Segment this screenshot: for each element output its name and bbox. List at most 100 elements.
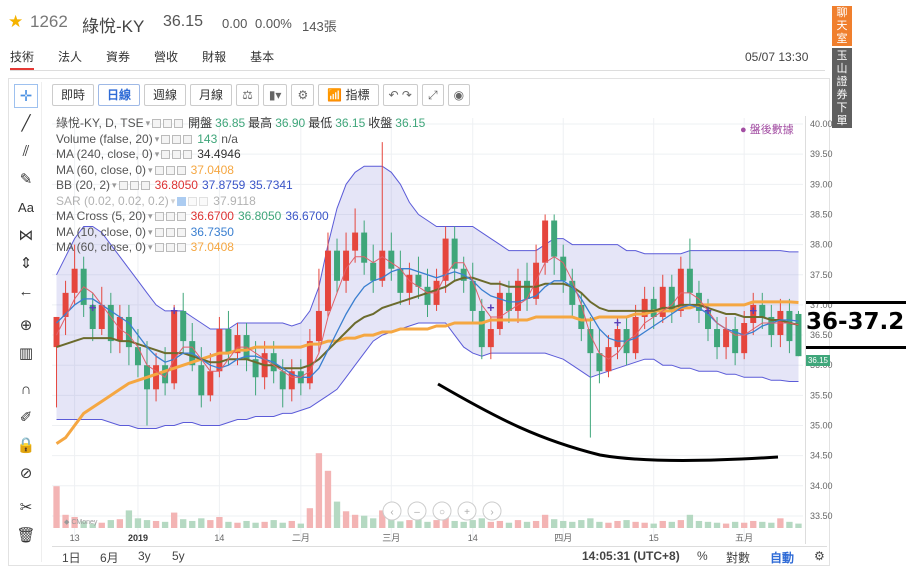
volume-bar bbox=[297, 523, 304, 528]
candle-body bbox=[216, 329, 223, 372]
price-chart[interactable]: + + +++ + 40.0039.5039.0038.5038.0037.5037.… bbox=[0, 0, 920, 580]
range-5y-button[interactable]: 5y bbox=[172, 549, 185, 563]
time-tick-label: 四月 bbox=[554, 533, 572, 543]
volume-bar bbox=[406, 520, 413, 528]
volume-bar bbox=[541, 514, 549, 528]
volume-bar bbox=[750, 520, 757, 528]
chart-settings-gear-icon[interactable]: ⚙ bbox=[814, 549, 825, 563]
volume-bar bbox=[532, 520, 540, 528]
candle-body bbox=[569, 280, 576, 305]
volume-bar bbox=[270, 520, 277, 528]
candle-body bbox=[650, 298, 657, 317]
volume-bar bbox=[668, 521, 675, 528]
volume-bar bbox=[795, 523, 802, 528]
price-tick-label: 40.00 bbox=[810, 119, 833, 129]
indicator-legend: 綠悅-KY, D, TSE ▾ 開盤 36.85 最高 36.90 最低 36.15 收… bbox=[56, 116, 425, 256]
volume-bar bbox=[704, 521, 712, 528]
volume-bars bbox=[53, 453, 802, 528]
volume-bar bbox=[786, 521, 793, 528]
range-1d-button[interactable]: 1日 bbox=[62, 549, 81, 566]
candle-body bbox=[207, 371, 214, 396]
time-tick-label: 三月 bbox=[382, 533, 400, 543]
candle-body bbox=[370, 262, 377, 281]
range-6m-button[interactable]: 6月 bbox=[100, 549, 119, 566]
chart-bottom-bar: 1日 6月 3y 5y 14:05:31 (UTC+8) % 對數 自動 ⚙ bbox=[52, 546, 827, 566]
price-tick-label: 37.50 bbox=[810, 270, 833, 280]
volume-bar bbox=[596, 521, 603, 528]
legend-bb[interactable]: BB (20, 2) ▾ 36.8050 37.8759 35.7341 bbox=[56, 178, 425, 194]
volume-bar bbox=[342, 511, 350, 528]
volume-bar bbox=[351, 514, 359, 528]
volume-bar bbox=[315, 453, 323, 528]
annotation-bottom-line bbox=[806, 346, 906, 349]
log-scale-button[interactable]: 對數 bbox=[726, 549, 750, 566]
annotation-range-text: 36-37.2 bbox=[806, 309, 905, 335]
volume-bar bbox=[713, 522, 721, 528]
svg-text:–: – bbox=[414, 507, 420, 518]
volume-bar bbox=[514, 520, 522, 528]
volume-bar bbox=[180, 519, 187, 528]
candle-body bbox=[741, 323, 748, 354]
candle-body bbox=[225, 329, 232, 354]
clock-display: 14:05:31 (UTC+8) bbox=[582, 549, 680, 563]
candle-body bbox=[578, 304, 585, 330]
volume-bar bbox=[152, 520, 160, 528]
volume-bar bbox=[605, 522, 612, 528]
candle-body bbox=[759, 304, 766, 317]
volume-bar bbox=[324, 470, 332, 528]
post-market-data-link[interactable]: ● 盤後數據 bbox=[740, 121, 794, 137]
volume-bar bbox=[641, 522, 648, 528]
legend-ma240[interactable]: MA (240, close, 0) ▾ 34.4946 bbox=[56, 147, 425, 163]
volume-bar bbox=[695, 520, 703, 528]
volume-bar bbox=[614, 520, 621, 528]
legend-ma10[interactable]: MA (10, close, 0) ▾ 36.7350 bbox=[56, 225, 425, 241]
last-price-tag: 36.15 bbox=[806, 355, 830, 366]
auto-scale-button[interactable]: 自動 bbox=[770, 549, 794, 566]
volume-bar bbox=[741, 522, 748, 528]
ma-cross-marker: + bbox=[704, 303, 712, 318]
price-tick-label: 39.00 bbox=[810, 179, 833, 189]
volume-bar bbox=[478, 518, 485, 528]
candle-body bbox=[478, 310, 485, 348]
time-tick-label: 14 bbox=[214, 533, 224, 543]
ma-cross-marker: + bbox=[170, 303, 178, 318]
volume-bar bbox=[98, 522, 105, 528]
volume-bar bbox=[397, 521, 404, 528]
candle-body bbox=[560, 256, 567, 281]
candle-body bbox=[198, 365, 205, 396]
legend-volume[interactable]: Volume (false, 20) ▾ 143 n/a bbox=[56, 132, 425, 148]
time-tick-label: 五月 bbox=[735, 533, 753, 543]
scroll-nav-controls[interactable]: ‹ – ○ + › bbox=[382, 501, 502, 521]
volume-bar bbox=[551, 519, 558, 528]
percent-scale-button[interactable]: % bbox=[697, 549, 708, 563]
price-tick-label: 34.50 bbox=[810, 451, 833, 461]
candle-body bbox=[596, 353, 603, 372]
candle-body bbox=[71, 268, 78, 293]
volume-bar bbox=[53, 486, 60, 528]
volume-bar bbox=[116, 519, 124, 528]
legend-macross[interactable]: MA Cross (5, 20) ▾ 36.6700 36.8050 36.670… bbox=[56, 209, 425, 225]
svg-text:›: › bbox=[490, 507, 493, 518]
candle-body bbox=[524, 280, 531, 299]
volume-bar bbox=[252, 522, 259, 528]
candle-body bbox=[424, 286, 431, 305]
range-3y-button[interactable]: 3y bbox=[138, 549, 151, 563]
volume-bar bbox=[587, 518, 594, 528]
legend-ma60[interactable]: MA (60, close, 0) ▾ 37.0408 bbox=[56, 163, 425, 179]
time-tick-label: 15 bbox=[649, 533, 659, 543]
candle-body bbox=[324, 250, 331, 311]
ma-cross-marker: + bbox=[89, 300, 97, 315]
ma-cross-marker: + bbox=[614, 315, 622, 330]
volume-bar bbox=[388, 519, 395, 528]
candle-body bbox=[542, 220, 549, 263]
legend-sar[interactable]: SAR (0.02, 0.02, 0.2) ▾ 37.9118 bbox=[56, 194, 425, 210]
legend-ma60-second[interactable]: MA (60, close, 0) ▾ 37.0408 bbox=[56, 240, 425, 256]
volume-bar bbox=[143, 520, 151, 528]
candle-body bbox=[786, 310, 793, 342]
price-tick-label: 34.00 bbox=[810, 481, 833, 491]
candle-body bbox=[98, 304, 105, 330]
volume-bar bbox=[451, 520, 458, 528]
candle-body bbox=[487, 329, 494, 348]
volume-bar bbox=[722, 523, 730, 528]
volume-bar bbox=[659, 520, 666, 528]
